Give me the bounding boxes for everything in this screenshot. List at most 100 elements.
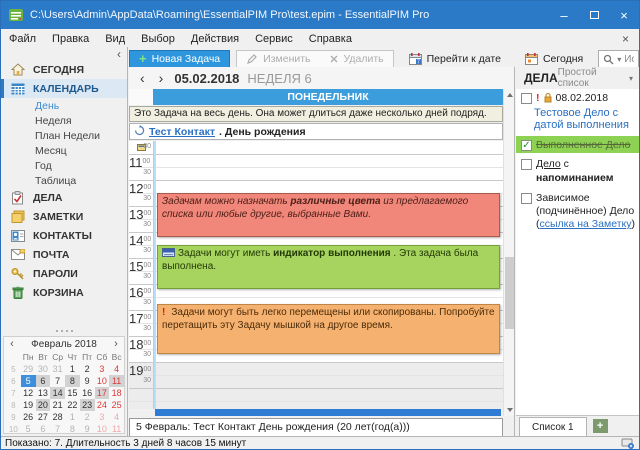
search-input[interactable] xyxy=(624,54,634,65)
calendar-event[interactable]: !Задачи могут быть легко перемещены или … xyxy=(157,304,500,354)
mini-calendar-day[interactable]: 31 xyxy=(50,363,65,375)
task-row-completed[interactable]: ✓ Выполненное Дело xyxy=(516,136,639,153)
mini-calendar-day[interactable]: 18 xyxy=(109,387,124,399)
mini-calendar-day[interactable]: 8 xyxy=(65,375,80,387)
scrollbar-thumb[interactable] xyxy=(505,257,514,329)
sidebar-view-item[interactable]: Месяц xyxy=(1,143,127,158)
sidebar-view-item[interactable]: День xyxy=(1,98,127,113)
task-row-reminder[interactable]: Дело с напоминанием xyxy=(516,155,639,186)
sidebar-item-notes[interactable]: ЗАМЕТКИ xyxy=(1,207,127,226)
task-checkbox-checked[interactable]: ✓ xyxy=(521,140,532,151)
tasks-view-selector[interactable]: Простой список ▾ xyxy=(558,67,633,89)
sidebar-item-passwords[interactable]: ПАРОЛИ xyxy=(1,264,127,283)
mini-calendar-day[interactable]: 21 xyxy=(50,399,65,411)
task-row-dated[interactable]: ! 08.02.2018 xyxy=(516,89,639,108)
mini-calendar-day[interactable]: 2 xyxy=(80,411,95,423)
mini-calendar-day[interactable]: 22 xyxy=(65,399,80,411)
mini-calendar-day[interactable]: 28 xyxy=(50,411,65,423)
maximize-button[interactable] xyxy=(579,1,609,29)
menu-item[interactable]: Справка xyxy=(301,29,360,49)
sidebar-item-calendar[interactable]: КАЛЕНДАРЬ xyxy=(1,79,127,98)
mini-calendar-day[interactable]: 7 xyxy=(50,375,65,387)
menu-close-icon[interactable]: × xyxy=(612,32,639,46)
sidebar-item-mail[interactable]: ПОЧТА xyxy=(1,245,127,264)
sidebar-collapse-button[interactable]: ‹ xyxy=(117,47,121,61)
goto-date-button[interactable]: 7 Перейти к дате xyxy=(400,50,510,69)
mini-calendar-day[interactable]: 5 xyxy=(21,375,36,387)
task-checkbox[interactable] xyxy=(521,159,532,170)
mini-calendar-day[interactable]: 19 xyxy=(21,399,36,411)
tab-list-1[interactable]: Список 1 xyxy=(519,417,587,436)
mini-calendar-day[interactable]: 23 xyxy=(80,399,95,411)
delete-button[interactable]: Удалить xyxy=(320,50,393,69)
partial-event-strip[interactable] xyxy=(155,409,501,416)
mini-calendar-day[interactable]: 25 xyxy=(109,399,124,411)
mini-calendar-day[interactable]: 3 xyxy=(95,363,110,375)
edit-button[interactable]: Изменить xyxy=(237,50,319,69)
today-button[interactable]: Сегодня xyxy=(516,50,592,69)
mini-calendar-day[interactable]: 17 xyxy=(95,387,110,399)
mini-calendar-day[interactable]: 24 xyxy=(95,399,110,411)
mini-calendar-day[interactable]: 12 xyxy=(21,387,36,399)
mini-calendar-day[interactable]: 27 xyxy=(36,411,51,423)
mini-calendar-day[interactable]: 10 xyxy=(95,375,110,387)
menu-item[interactable]: Выбор xyxy=(133,29,183,49)
mini-calendar-day[interactable]: 7 xyxy=(50,423,65,435)
allday-task-event[interactable]: Это Задача на весь день. Она может длить… xyxy=(129,106,503,122)
calendar-event[interactable]: Задачи могут иметь индикатор выполнения … xyxy=(157,245,500,289)
mini-calendar-prev-button[interactable]: ‹ xyxy=(4,338,20,350)
mini-calendar-day[interactable]: 20 xyxy=(36,399,51,411)
close-button[interactable]: × xyxy=(609,1,639,29)
sidebar-view-item[interactable]: Неделя xyxy=(1,113,127,128)
sidebar-splitter-handle[interactable] xyxy=(1,330,127,334)
sidebar-item-contacts[interactable]: КОНТАКТЫ xyxy=(1,226,127,245)
sidebar-item-trash[interactable]: КОРЗИНА xyxy=(1,283,127,302)
mini-calendar-day[interactable]: 9 xyxy=(80,423,95,435)
menu-item[interactable]: Вид xyxy=(97,29,133,49)
task-row-dependent[interactable]: Зависимое (подчинённое) Дело (ссылка на … xyxy=(516,189,639,233)
mini-calendar-day[interactable]: 29 xyxy=(21,363,36,375)
task-checkbox[interactable] xyxy=(521,193,532,204)
mini-calendar-day[interactable]: 11 xyxy=(109,375,124,387)
mini-calendar-day[interactable]: 2 xyxy=(80,363,95,375)
mini-calendar-day[interactable]: 6 xyxy=(36,423,51,435)
contact-link[interactable]: Тест Контакт xyxy=(149,126,215,138)
mini-calendar-day[interactable]: 26 xyxy=(21,411,36,423)
mini-calendar-day[interactable]: 1 xyxy=(65,363,80,375)
mini-calendar-day[interactable]: 30 xyxy=(36,363,51,375)
mini-calendar-day[interactable]: 9 xyxy=(80,375,95,387)
mini-calendar-day[interactable]: 10 xyxy=(95,423,110,435)
grid-scrollbar[interactable] xyxy=(503,89,514,416)
minimize-button[interactable]: – xyxy=(549,1,579,29)
menu-item[interactable]: Файл xyxy=(1,29,44,49)
sidebar-item-tasks[interactable]: ДЕЛА xyxy=(1,188,127,207)
sidebar-item-today[interactable]: СЕГОДНЯ xyxy=(1,60,127,79)
sidebar-view-item[interactable]: Таблица xyxy=(1,173,127,188)
note-link[interactable]: ссылка на Заметку xyxy=(540,218,632,230)
menu-item[interactable]: Сервис xyxy=(247,29,301,49)
mini-calendar-next-button[interactable]: › xyxy=(108,338,124,350)
task-title-line[interactable]: датой выполнения xyxy=(516,119,639,132)
birthday-event[interactable]: Тест Контакт. День рождения xyxy=(129,123,503,140)
mini-calendar-day[interactable]: 11 xyxy=(109,423,124,435)
next-day-button[interactable]: › xyxy=(156,70,167,86)
mini-calendar-day[interactable]: 4 xyxy=(109,363,124,375)
sidebar-view-item[interactable]: Год xyxy=(1,158,127,173)
mini-calendar-day[interactable]: 15 xyxy=(65,387,80,399)
prev-day-button[interactable]: ‹ xyxy=(137,70,148,86)
add-list-button[interactable]: + xyxy=(593,419,608,433)
mini-calendar-day[interactable]: 16 xyxy=(80,387,95,399)
task-checkbox[interactable] xyxy=(521,93,532,104)
mini-calendar-day[interactable]: 1 xyxy=(65,411,80,423)
sync-status-icon[interactable] xyxy=(621,438,635,449)
mini-calendar-day[interactable]: 13 xyxy=(36,387,51,399)
menu-item[interactable]: Действия xyxy=(183,29,247,49)
sidebar-view-item[interactable]: План Недели xyxy=(1,128,127,143)
mini-calendar-day[interactable]: 6 xyxy=(36,375,51,387)
mini-calendar-day[interactable]: 5 xyxy=(21,423,36,435)
mini-calendar-day[interactable]: 8 xyxy=(65,423,80,435)
mini-calendar-day[interactable]: 14 xyxy=(50,387,65,399)
new-task-button[interactable]: + Новая Задача xyxy=(129,50,230,69)
mini-calendar-day[interactable]: 3 xyxy=(95,411,110,423)
calendar-event[interactable]: Задачам можно назначать различные цвета … xyxy=(157,193,500,237)
